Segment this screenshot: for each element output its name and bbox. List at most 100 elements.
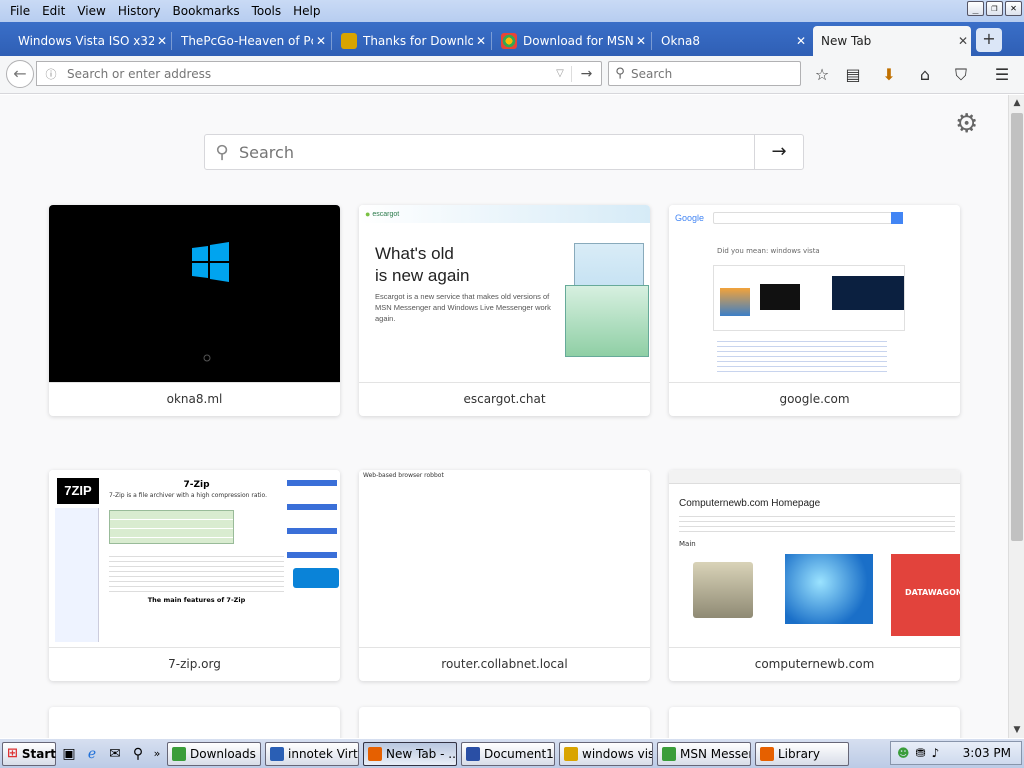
tab-strip: Windows Vista ISO x32... ✕ ThePcGo-Heave… xyxy=(0,22,1024,56)
taskbar-item-library[interactable]: Library xyxy=(755,741,849,766)
clock: 3:03 PM xyxy=(962,746,1011,760)
menu-view[interactable]: View xyxy=(71,0,111,22)
tab-close-icon[interactable]: ✕ xyxy=(633,34,649,48)
taskbar-item-downloads[interactable]: Downloads xyxy=(167,741,261,766)
window-controls: _ ❐ ✕ xyxy=(967,1,1022,16)
tab-close-icon[interactable]: ✕ xyxy=(154,34,170,48)
menu-tools[interactable]: Tools xyxy=(246,0,288,22)
menu-bookmarks[interactable]: Bookmarks xyxy=(167,0,246,22)
toolbar-search-input[interactable] xyxy=(631,66,800,81)
tab-new-tab[interactable]: New Tab ✕ xyxy=(813,26,971,56)
url-dropdown-icon[interactable]: ▽ xyxy=(549,68,571,79)
outlook-express-icon[interactable]: ✉ xyxy=(105,744,125,764)
top-site-tile-partial[interactable] xyxy=(669,707,960,738)
top-site-tile-google[interactable]: Google Did you mean: windows vista googl… xyxy=(669,205,960,416)
taskbar-item-label: windows vis... xyxy=(582,746,653,761)
tab-download-msn[interactable]: Download for MSN ... ✕ xyxy=(493,26,649,56)
tile-label: escargot.chat xyxy=(463,392,546,406)
menu-file[interactable]: File xyxy=(4,0,36,22)
show-desktop-icon[interactable]: ▣ xyxy=(59,744,79,764)
tab-okna8[interactable]: Okna8 ✕ xyxy=(653,26,809,56)
tab-windows-vista-iso[interactable]: Windows Vista ISO x32... ✕ xyxy=(10,26,170,56)
hamburger-menu-icon[interactable]: ☰ xyxy=(991,64,1013,86)
page-search-input[interactable] xyxy=(239,142,754,162)
search-go-button[interactable]: → xyxy=(754,135,803,169)
pocket-icon[interactable]: ⛉ xyxy=(950,64,972,86)
escargot-logo: ● escargot xyxy=(359,205,650,223)
downloads-icon[interactable]: ⬇ xyxy=(878,64,900,86)
google-search-field xyxy=(713,212,903,224)
7zip-download-table xyxy=(109,510,234,544)
new-tab-page: ⚙ ⚲ → okna8.ml xyxy=(0,95,1008,738)
top-site-tile-okna8[interactable]: okna8.ml xyxy=(49,205,340,416)
volume-tray-icon[interactable]: ♪ xyxy=(932,746,940,760)
chevron-right-icon[interactable]: » xyxy=(151,744,163,764)
top-site-tile-partial[interactable] xyxy=(49,707,340,738)
menu-edit[interactable]: Edit xyxy=(36,0,71,22)
tab-close-icon[interactable]: ✕ xyxy=(955,34,971,48)
top-site-tile-computernewb[interactable]: Computernewb.com Homepage Main DATAWAGON… xyxy=(669,470,960,681)
back-arrow-icon: ← xyxy=(13,64,27,83)
menu-bar: File Edit View History Bookmarks Tools H… xyxy=(0,0,1024,22)
7zip-sidebar xyxy=(55,508,99,642)
reading-list-icon[interactable]: ▤ xyxy=(842,64,864,86)
headline-line-1: What's old xyxy=(375,244,454,263)
tab-close-icon[interactable]: ✕ xyxy=(473,34,489,48)
scroll-down-arrow-icon[interactable]: ▼ xyxy=(1009,722,1024,738)
virtualbox-app-icon xyxy=(270,746,284,761)
gear-icon[interactable]: ⚙ xyxy=(955,109,978,139)
info-icon[interactable]: ⓘ xyxy=(41,66,61,82)
computernewb-nav xyxy=(669,470,960,484)
taskbar-item-label: MSN Messen... xyxy=(680,746,750,761)
top-site-tile-7zip[interactable]: 7ZIP 7-Zip 7-Zip is a file archiver with… xyxy=(49,470,340,681)
tab-title: Download for MSN ... xyxy=(523,34,633,48)
plus-icon: + xyxy=(982,29,996,48)
scroll-up-arrow-icon[interactable]: ▲ xyxy=(1009,95,1024,111)
top-site-tile-router[interactable]: Web-based browser robbot router.collabne… xyxy=(359,470,650,681)
network-tray-icon[interactable]: ⛃ xyxy=(916,746,926,760)
taskbar-item-msn-messenger[interactable]: MSN Messen... xyxy=(657,741,751,766)
router-page-text: Web-based browser robbot xyxy=(363,472,444,479)
taskbar-item-new-tab[interactable]: New Tab - ... xyxy=(363,741,457,766)
top-site-tile-escargot[interactable]: ● escargot What's old is new again Escar… xyxy=(359,205,650,416)
tab-separator xyxy=(491,32,492,50)
home-icon[interactable]: ⌂ xyxy=(914,64,936,86)
vertical-scrollbar[interactable]: ▲ ▼ xyxy=(1008,95,1024,738)
tab-close-icon[interactable]: ✕ xyxy=(313,34,329,48)
menu-history[interactable]: History xyxy=(112,0,167,22)
start-button[interactable]: ⊞ Start xyxy=(2,741,56,766)
tile-label: router.collabnet.local xyxy=(441,657,568,671)
menu-help[interactable]: Help xyxy=(287,0,326,22)
image-results-box xyxy=(713,265,905,331)
taskbar-item-virtualbox[interactable]: innotek Virtu... xyxy=(265,741,359,766)
tile-label: computernewb.com xyxy=(754,657,875,671)
top-site-tile-partial[interactable] xyxy=(359,707,650,738)
7zip-logo: 7ZIP xyxy=(57,478,99,504)
windows-logo-icon xyxy=(192,242,229,362)
taskbar-item-document1[interactable]: Document1 ... xyxy=(461,741,555,766)
maximize-button[interactable]: ❐ xyxy=(986,1,1003,16)
search-icon[interactable]: ⚲ xyxy=(128,744,148,764)
site-thumbnail: ● escargot What's old is new again Escar… xyxy=(359,205,650,383)
scrollbar-thumb[interactable] xyxy=(1011,113,1023,541)
taskbar-item-label: Document1 ... xyxy=(484,746,554,761)
taskbar-item-windows-vista[interactable]: windows vis... xyxy=(559,741,653,766)
messenger-tray-icon[interactable]: ☻ xyxy=(897,746,910,760)
browser-window: File Edit View History Bookmarks Tools H… xyxy=(0,0,1024,768)
minimize-button[interactable]: _ xyxy=(967,1,984,16)
tile-body-text: Escargot is a new service that makes old… xyxy=(375,292,551,323)
go-button[interactable]: → xyxy=(571,65,601,82)
tab-thanks-for-download[interactable]: Thanks for Downlo... ✕ xyxy=(333,26,489,56)
tab-close-icon[interactable]: ✕ xyxy=(793,34,809,48)
tab-title: Okna8 xyxy=(661,34,700,48)
back-button[interactable]: ← xyxy=(6,60,34,88)
search-icon: ⚲ xyxy=(215,141,229,163)
taskbar-item-label: Downloads xyxy=(190,746,256,761)
new-tab-button[interactable]: + xyxy=(976,28,1002,52)
site-thumbnail: Web-based browser robbot xyxy=(359,470,650,648)
internet-explorer-icon[interactable]: ℯ xyxy=(82,744,102,764)
bookmark-star-icon[interactable]: ☆ xyxy=(811,64,833,86)
close-window-button[interactable]: ✕ xyxy=(1005,1,1022,16)
url-input[interactable] xyxy=(61,66,549,81)
tab-thepcgo[interactable]: ThePcGo-Heaven of Pc ... ✕ xyxy=(173,26,329,56)
